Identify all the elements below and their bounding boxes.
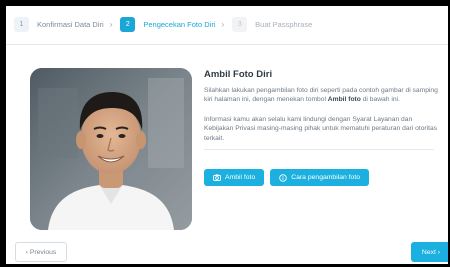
stepper-divider — [6, 44, 448, 45]
next-button[interactable]: Next › — [411, 242, 448, 262]
info-icon — [279, 173, 287, 182]
step-label: Konfirmasi Data Diri — [37, 19, 104, 29]
take-photo-button[interactable]: Ambil foto — [204, 169, 265, 186]
content-divider — [204, 149, 434, 151]
photo-guide-label: Cara pengambilan foto — [291, 174, 361, 181]
privacy-note: Informasi kamu akan selalu kami lindungi… — [204, 115, 438, 142]
portrait-illustration — [30, 68, 192, 230]
chevron-right-icon: › — [109, 19, 113, 29]
take-photo-label: Ambil foto — [225, 174, 256, 181]
instruction-text-bold: Ambil foto — [327, 96, 361, 104]
step-pengecekan-foto-diri[interactable]: 2 Pengecekan Foto Diri › — [120, 16, 225, 32]
photo-instructions: Ambil Foto Diri Silahkan lakukan pengamb… — [204, 69, 440, 151]
stepper: 1 Konfirmasi Data Diri › 2 Pengecekan Fo… — [6, 6, 448, 42]
verification-card: 1 Konfirmasi Data Diri › 2 Pengecekan Fo… — [6, 6, 448, 264]
instruction-text: Silahkan lakukan pengambilan foto diri s… — [204, 86, 440, 105]
portrait-photo — [30, 68, 192, 230]
camera-icon — [213, 174, 221, 181]
chevron-right-icon: › — [221, 19, 225, 29]
step-number: 2 — [120, 16, 136, 32]
instruction-text-start: Silahkan lakukan pengambilan foto diri s… — [204, 87, 438, 104]
step-number: 3 — [232, 16, 248, 32]
section-title: Ambil Foto Diri — [204, 69, 273, 80]
step-label: Pengecekan Foto Diri — [143, 19, 216, 29]
step-label: Buat Passphrase — [255, 19, 313, 29]
step-konfirmasi-data-diri[interactable]: 1 Konfirmasi Data Diri › — [14, 16, 113, 32]
step-buat-passphrase: 3 Buat Passphrase — [232, 16, 313, 32]
photo-guide-button[interactable]: Cara pengambilan foto — [270, 169, 370, 186]
previous-button[interactable]: ‹ Previous — [15, 242, 67, 262]
step-number: 1 — [14, 16, 29, 32]
instruction-text-end: di bawah ini. — [360, 96, 400, 104]
photo-actions: Ambil foto Cara pengambilan foto — [204, 169, 375, 186]
